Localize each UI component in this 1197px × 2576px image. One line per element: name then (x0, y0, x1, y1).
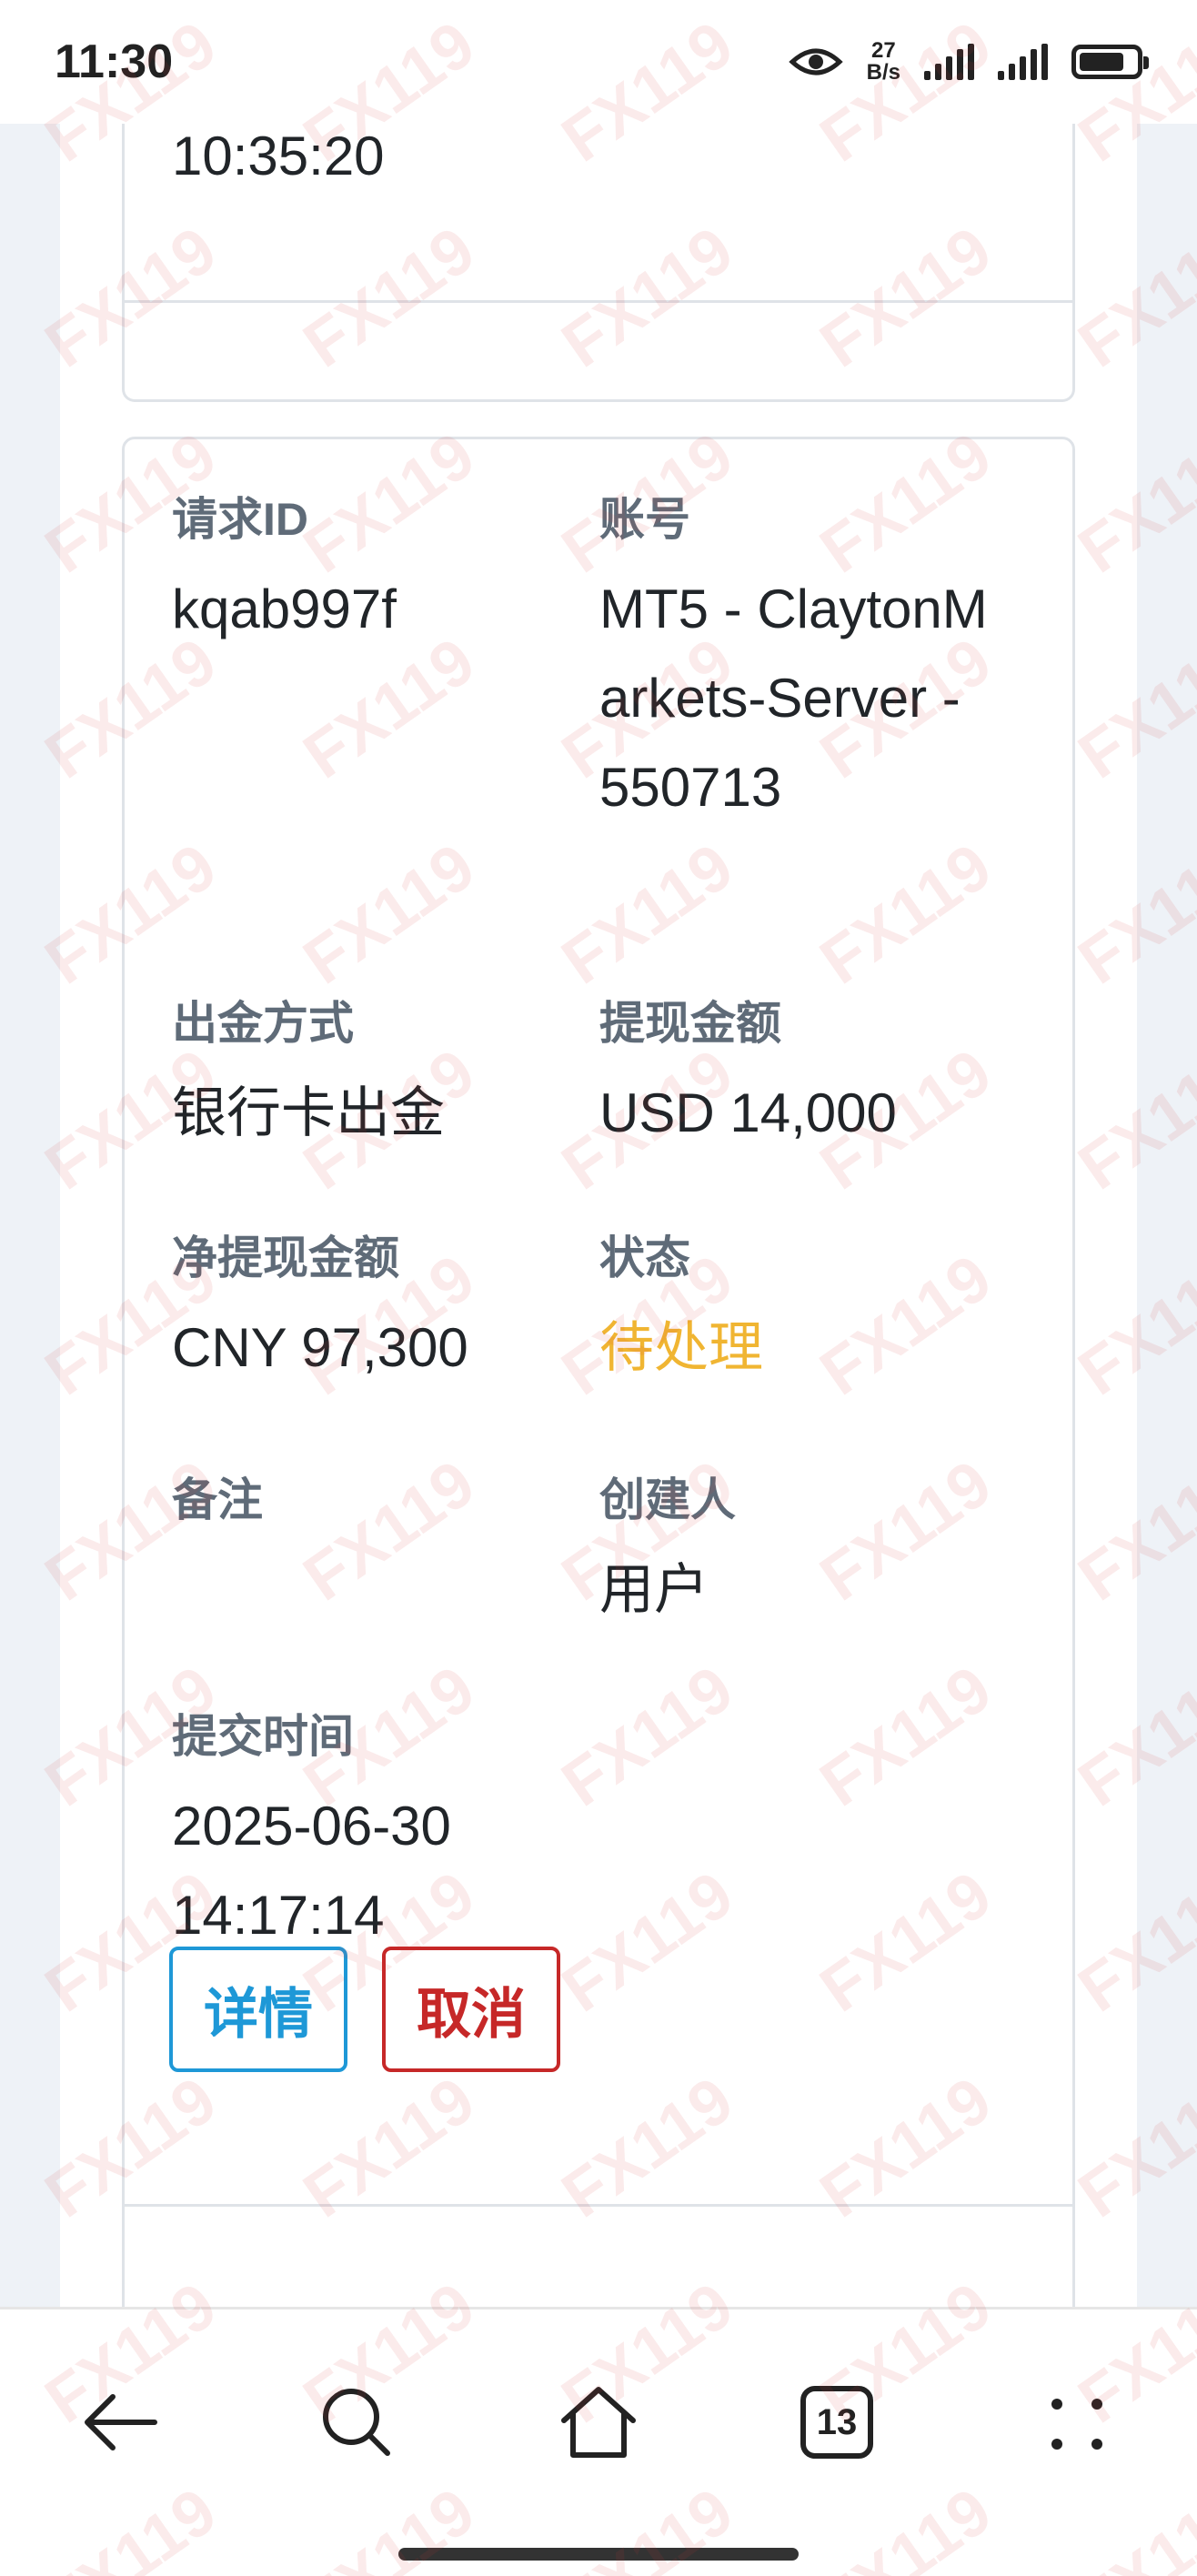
creator-value: 用户 (599, 1559, 709, 1620)
net-speed-value: 27 (870, 38, 896, 63)
net-speed: 27 B/s (867, 40, 900, 84)
status-badge: 待处理 (599, 1317, 763, 1378)
net-amount-label: 净提现金额 (172, 1233, 399, 1283)
request-id-field: 请求ID kqab997f (172, 492, 397, 654)
net-amount-value: CNY 97,300 (172, 1317, 468, 1378)
home-indicator[interactable] (398, 2548, 799, 2561)
account-label: 账号 (599, 494, 690, 545)
amount-label: 提现金额 (599, 998, 781, 1049)
detail-button[interactable]: 详情 (169, 1947, 347, 2072)
signal-icon-1 (924, 44, 974, 80)
previous-withdrawal-card: 10:35:20 (122, 124, 1075, 402)
signal-icon-2 (998, 44, 1048, 80)
note-label: 备注 (172, 1474, 263, 1525)
card-divider (125, 300, 1072, 303)
menu-button[interactable] (1022, 2368, 1132, 2477)
more-dots-icon (1051, 2399, 1102, 2450)
submit-time-label: 提交时间 (172, 1711, 354, 1762)
tab-count-icon: 13 (800, 2386, 873, 2459)
home-icon (561, 2387, 636, 2458)
request-id-label: 请求ID (172, 494, 308, 545)
search-button[interactable] (302, 2368, 411, 2477)
submit-time-value: 2025-06-30 14:17:14 (172, 1782, 451, 1960)
back-arrow-icon (85, 2394, 157, 2450)
amount-field: 提现金额 USD 14,000 (599, 996, 897, 1158)
battery-icon (1071, 45, 1149, 79)
creator-label: 创建人 (599, 1474, 736, 1525)
home-button[interactable] (544, 2368, 653, 2477)
net-amount-field: 净提现金额 CNY 97,300 (172, 1231, 468, 1393)
method-label: 出金方式 (172, 998, 354, 1049)
amount-value: USD 14,000 (599, 1082, 897, 1143)
back-button[interactable] (65, 2368, 175, 2477)
eye-icon (788, 48, 843, 75)
method-field: 出金方式 银行卡出金 (172, 996, 445, 1158)
card-divider (125, 2204, 1072, 2207)
status-label: 状态 (599, 1233, 690, 1283)
cancel-button[interactable]: 取消 (382, 1947, 560, 2072)
browser-nav-bar: 13 (0, 2307, 1197, 2576)
status-bar: 11:30 27 B/s (0, 0, 1197, 124)
search-icon (323, 2389, 390, 2456)
previous-submit-time-tail: 10:35:20 (172, 126, 385, 186)
status-icons: 27 B/s (788, 40, 1149, 84)
request-id-value: kqab997f (172, 579, 397, 639)
note-field: 备注 (172, 1473, 263, 1545)
submit-time-field: 提交时间 2025-06-30 14:17:14 (172, 1709, 451, 1960)
status-field: 状态 待处理 (599, 1231, 763, 1393)
net-speed-unit: B/s (866, 60, 900, 85)
page-content: 10:35:20 请求ID kqab997f 账号 MT5 - ClaytonM… (60, 124, 1137, 2347)
account-value: MT5 - ClaytonMarkets-Server - 550713 (599, 579, 988, 818)
method-value: 银行卡出金 (172, 1082, 445, 1143)
creator-field: 创建人 用户 (599, 1473, 736, 1635)
tabs-button[interactable]: 13 (782, 2368, 891, 2477)
submit-date: 2025-06-30 (172, 1796, 451, 1857)
clock-time: 11:30 (55, 35, 174, 88)
account-field: 账号 MT5 - ClaytonMarkets-Server - 550713 (599, 492, 1000, 832)
